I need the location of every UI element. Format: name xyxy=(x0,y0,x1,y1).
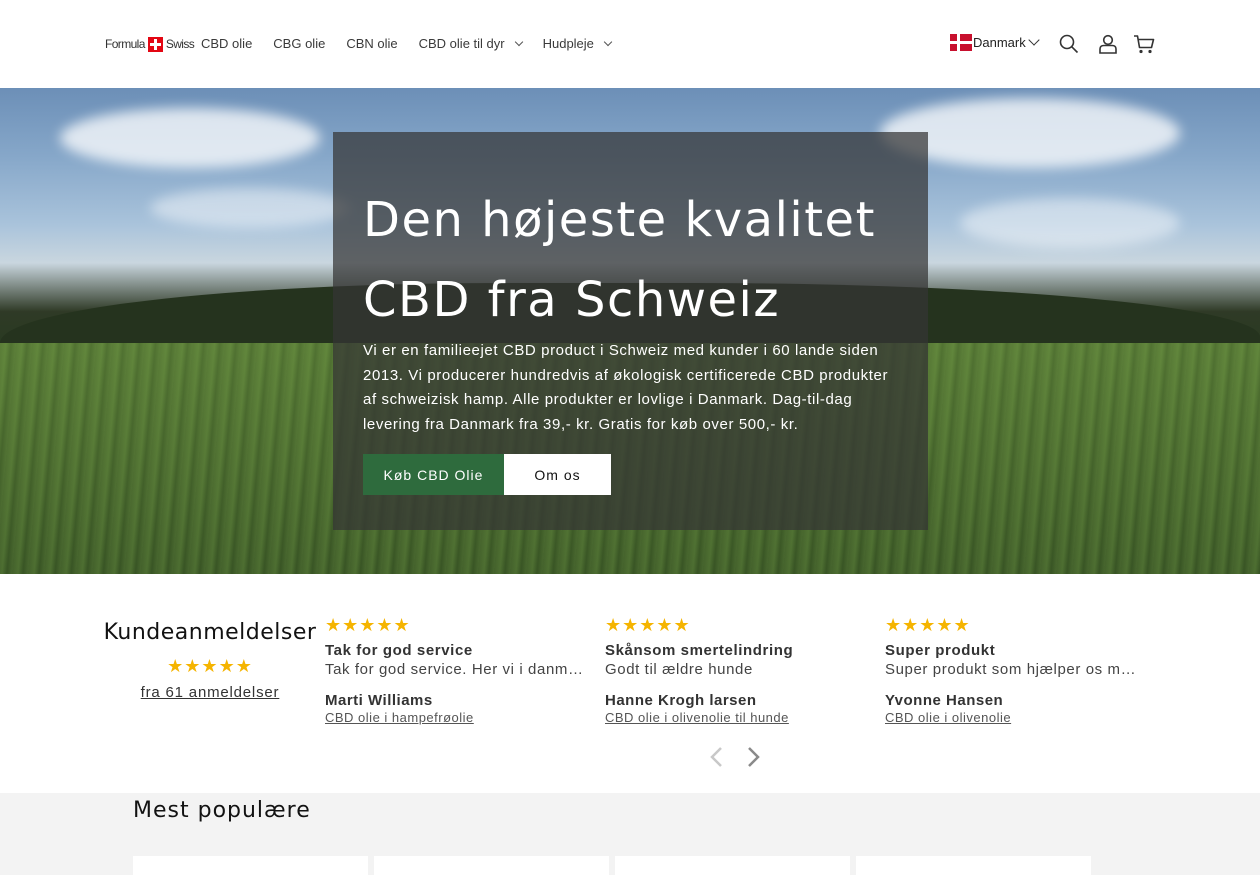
review-author: Hanne Krogh larsen xyxy=(605,692,757,709)
site-header: Formula Swiss CBD olie CBG olie CBN olie… xyxy=(0,0,1260,88)
next-arrow-icon[interactable] xyxy=(745,746,761,768)
denmark-flag-icon xyxy=(950,34,972,51)
review-card: ★★★★★ Tak for god service Tak for god se… xyxy=(325,616,583,725)
about-us-button[interactable]: Om os xyxy=(504,454,611,495)
nav-label: CBD olie til dyr xyxy=(418,36,505,51)
formula-swiss-logo[interactable]: Formula Swiss xyxy=(105,36,195,52)
nav-label: CBG olie xyxy=(273,36,326,51)
swiss-cross-icon xyxy=(147,36,163,52)
review-title: Tak for god service xyxy=(325,642,473,659)
review-product-link[interactable]: CBD olie i olivenolie til hunde xyxy=(605,710,863,725)
review-title: Super produkt xyxy=(885,642,996,659)
review-body: Godt til ældre hunde xyxy=(605,661,753,678)
nav-item-hudpleje[interactable]: Hudpleje xyxy=(542,36,613,51)
buy-cbd-oil-button[interactable]: Køb CBD Olie xyxy=(363,454,504,495)
logo-text-right: Swiss xyxy=(165,37,195,51)
account-icon[interactable] xyxy=(1097,33,1119,55)
nav-item-cbd-olie[interactable]: CBD olie xyxy=(201,36,252,51)
review-stars: ★★★★★ xyxy=(885,615,971,635)
reviews-section: Kundeanmeldelser ★★★★★ fra 61 anmeldelse… xyxy=(0,574,1260,793)
reviews-heading: Kundeanmeldelser xyxy=(103,620,317,645)
review-body: Super produkt som hjælper os mod… xyxy=(885,661,1143,678)
reviews-summary: Kundeanmeldelser ★★★★★ fra 61 anmeldelse… xyxy=(100,620,320,701)
hero-cloud xyxy=(150,188,350,228)
chevron-down-icon xyxy=(1028,33,1040,46)
review-author: Yvonne Hansen xyxy=(885,692,1004,709)
review-product-link[interactable]: CBD olie i olivenolie xyxy=(885,710,1143,725)
review-title: Skånsom smertelindring xyxy=(605,642,794,659)
hero-cloud xyxy=(960,198,1180,248)
product-card[interactable] xyxy=(615,856,850,875)
popular-products-section: Mest populære xyxy=(0,793,1260,875)
hero-cloud xyxy=(60,108,320,168)
previous-arrow-icon[interactable] xyxy=(709,746,725,768)
chevron-down-icon xyxy=(514,37,523,47)
review-card: ★★★★★ Skånsom smertelindring Godt til æl… xyxy=(605,616,863,725)
hero-title: Den højeste kvalitet CBD fra Schweiz xyxy=(363,192,876,328)
popular-heading: Mest populære xyxy=(133,798,311,823)
nav-item-cbg-olie[interactable]: CBG olie xyxy=(273,36,325,51)
review-card: ★★★★★ Super produkt Super produkt som hj… xyxy=(885,616,1143,725)
nav-label: CBD olie xyxy=(201,36,253,51)
nav-item-cbd-olie-til-dyr[interactable]: CBD olie til dyr xyxy=(418,36,523,51)
nav-label: CBN olie xyxy=(346,36,398,51)
review-author: Marti Williams xyxy=(325,692,433,709)
hero-banner: Den højeste kvalitet CBD fra Schweiz Vi … xyxy=(0,88,1260,574)
nav-item-cbn-olie[interactable]: CBN olie xyxy=(346,36,397,51)
country-label: Danmark xyxy=(973,35,1026,50)
review-body: Tak for god service. Her vi i danmark… xyxy=(325,661,583,678)
review-product-link[interactable]: CBD olie i hampefrøolie xyxy=(325,710,583,725)
reviews-count-link[interactable]: fra 61 anmeldelser xyxy=(100,684,320,701)
main-nav: CBD olie CBG olie CBN olie CBD olie til … xyxy=(201,36,613,51)
rating-stars: ★★★★★ xyxy=(167,656,253,676)
cart-icon[interactable] xyxy=(1133,33,1155,55)
product-card[interactable] xyxy=(856,856,1091,875)
hero-description: Vi er en familieejet CBD product i Schwe… xyxy=(363,342,889,433)
review-stars: ★★★★★ xyxy=(325,615,411,635)
search-icon[interactable] xyxy=(1058,33,1080,55)
product-card[interactable] xyxy=(133,856,368,875)
review-stars: ★★★★★ xyxy=(605,615,691,635)
country-selector[interactable]: Danmark xyxy=(950,33,1040,51)
nav-label: Hudpleje xyxy=(542,36,594,51)
logo-text-left: Formula xyxy=(105,37,145,51)
chevron-down-icon xyxy=(603,37,613,47)
product-card[interactable] xyxy=(374,856,609,875)
